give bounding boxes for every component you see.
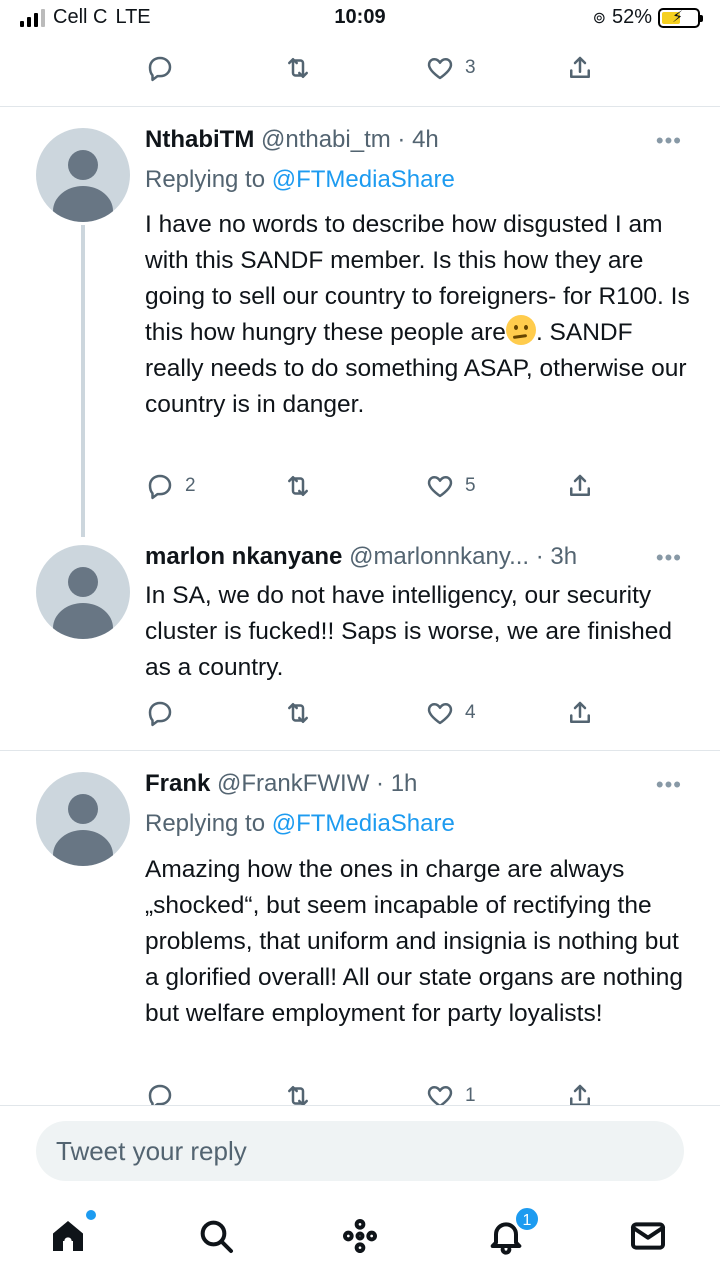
share-icon <box>570 701 590 723</box>
retweet-button[interactable] <box>283 698 313 728</box>
retweet-icon <box>288 476 308 496</box>
like-icon <box>427 476 453 498</box>
reply-count: 2 <box>185 475 196 496</box>
thinking-face-icon <box>505 315 536 345</box>
nav-messages[interactable] <box>628 1216 672 1260</box>
bottom-nav: 1 <box>0 1200 720 1280</box>
more-options-icon[interactable]: ••• <box>656 772 682 798</box>
nav-search[interactable] <box>196 1216 240 1260</box>
tweet-reply-input[interactable] <box>36 1121 684 1181</box>
retweet-icon <box>288 703 308 723</box>
more-options-icon[interactable]: ••• <box>656 128 682 154</box>
like-button[interactable]: 3 <box>425 53 476 83</box>
tweet-time: · 3h <box>535 543 578 570</box>
replying-to-label: Replying to <box>145 166 266 193</box>
reply-button[interactable] <box>145 53 175 83</box>
home-icon <box>53 1221 83 1251</box>
tweet-actions: 4 <box>145 693 615 733</box>
replying-to-label: Replying to <box>145 810 266 837</box>
more-options-icon[interactable]: ••• <box>656 545 682 571</box>
charging-icon: ⚡ <box>672 8 684 26</box>
nav-spaces[interactable] <box>340 1216 384 1260</box>
like-button[interactable]: 4 <box>425 698 476 728</box>
tweet-header: NthabiTM @nthabi_tm · 4h <box>145 126 439 154</box>
orientation-lock-icon: ⊚ <box>592 9 606 27</box>
reply-icon <box>148 701 172 727</box>
author-name[interactable]: NthabiTM <box>145 126 254 153</box>
reply-icon <box>148 474 172 500</box>
author-handle[interactable]: @FrankFWIW <box>217 770 369 797</box>
status-right: ⊚ 52% ⚡ <box>592 6 703 29</box>
like-icon <box>427 58 453 80</box>
retweet-button[interactable] <box>283 53 313 83</box>
mention-link[interactable]: @FTMediaShare <box>272 166 455 193</box>
retweet-button[interactable] <box>283 471 313 501</box>
nav-home[interactable] <box>48 1210 96 1260</box>
share-button[interactable] <box>565 471 595 501</box>
author-handle[interactable]: @marlonnkany... <box>349 543 529 570</box>
reply-button[interactable]: 2 <box>145 471 196 501</box>
notifications-badge: 1 <box>514 1206 540 1232</box>
like-button[interactable]: 5 <box>425 471 476 501</box>
reply-composer <box>0 1105 720 1200</box>
divider <box>0 750 720 751</box>
tweet-time: · 4h <box>397 126 439 153</box>
like-count: 4 <box>465 702 476 723</box>
like-count: 5 <box>465 475 476 496</box>
replying-to: Replying to @FTMediaShare <box>145 166 455 194</box>
thread-line <box>81 225 85 537</box>
prev-tweet-actions: 3 <box>145 48 615 88</box>
tweet-header: Frank @FrankFWIW · 1h <box>145 770 417 798</box>
retweet-icon <box>288 58 308 78</box>
search-icon <box>200 1220 233 1253</box>
like-count: 3 <box>465 57 476 78</box>
share-icon <box>570 56 590 78</box>
avatar[interactable] <box>36 772 130 866</box>
avatar[interactable] <box>36 545 130 639</box>
battery-icon: ⚡ <box>658 7 703 28</box>
like-icon <box>427 703 453 725</box>
mention-link[interactable]: @FTMediaShare <box>272 810 455 837</box>
share-button[interactable] <box>565 53 595 83</box>
tweet-header: marlon nkanyane @marlonnkany... · 3h <box>145 543 577 571</box>
status-bar: Cell C LTE 10:09 ⊚ 52% ⚡ <box>0 0 720 38</box>
reply-button[interactable] <box>145 698 175 728</box>
reply-icon <box>148 56 172 82</box>
tweet-text: In SA, we do not have intelligency, our … <box>145 582 672 681</box>
author-handle[interactable]: @nthabi_tm <box>261 126 391 153</box>
replying-to: Replying to @FTMediaShare <box>145 810 455 838</box>
spaces-icon <box>343 1219 377 1253</box>
tweet-text: Amazing how the ones in charge are alway… <box>145 856 683 1027</box>
share-icon <box>570 474 590 496</box>
tweet-actions: 2 5 <box>145 466 615 506</box>
battery-percent: 52% <box>611 6 652 28</box>
tweet-time: · 1h <box>376 770 418 797</box>
author-name[interactable]: Frank <box>145 770 210 797</box>
divider <box>0 106 720 107</box>
author-name[interactable]: marlon nkanyane <box>145 543 342 570</box>
avatar[interactable] <box>36 128 130 222</box>
nav-notifications[interactable]: 1 <box>486 1206 540 1260</box>
messages-icon <box>631 1222 665 1250</box>
tweet-text: I have no words to describe how disguste… <box>145 207 695 423</box>
like-count: 1 <box>465 1085 476 1106</box>
share-button[interactable] <box>565 698 595 728</box>
home-unread-dot <box>86 1210 96 1220</box>
